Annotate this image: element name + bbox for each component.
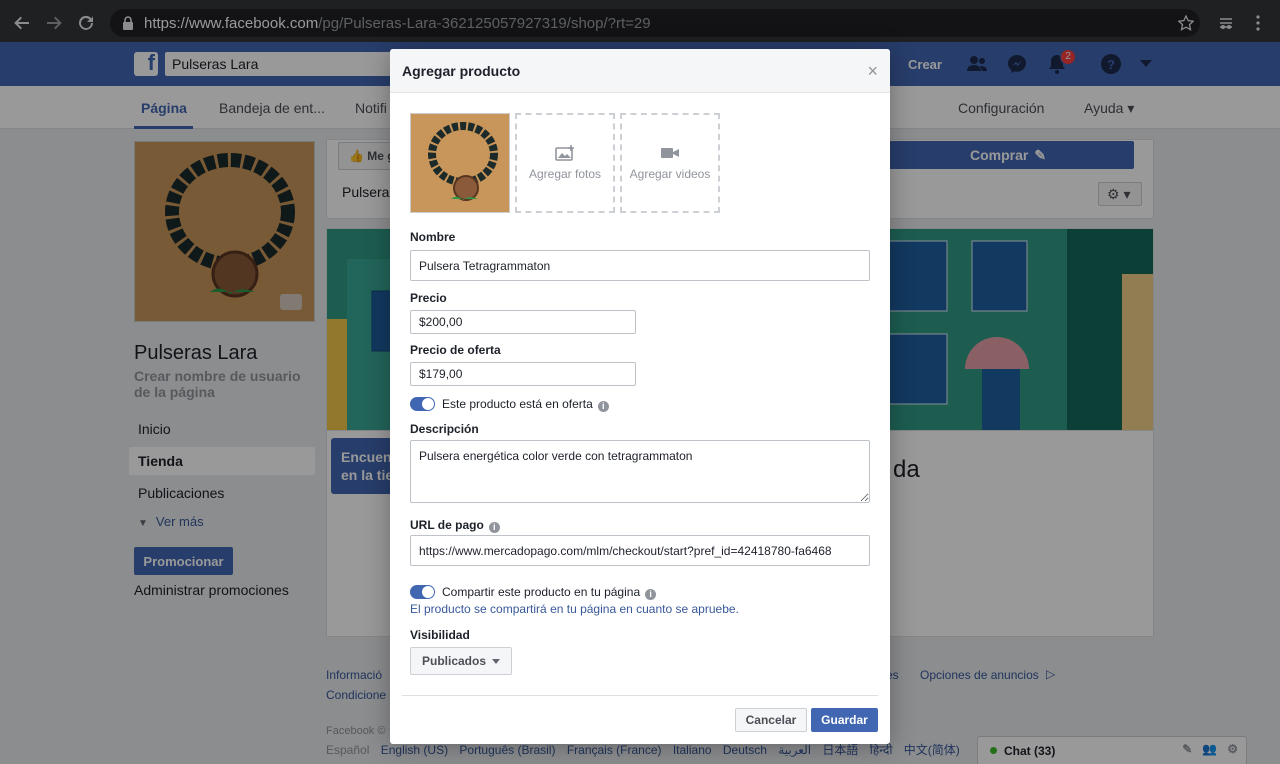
info-icon[interactable]: i bbox=[488, 522, 500, 533]
bracelet-thumbnail-image bbox=[411, 114, 509, 212]
add-product-dialog: Agregar producto × Agregar fotos Agregar… bbox=[390, 49, 890, 744]
on-sale-toggle[interactable] bbox=[410, 397, 435, 411]
share-product-toggle[interactable] bbox=[410, 585, 435, 599]
chevron-down-icon bbox=[492, 658, 500, 664]
description-label: Descripción bbox=[410, 422, 479, 436]
add-photo-icon bbox=[555, 145, 574, 161]
description-textarea[interactable]: Pulsera energética color verde con tetra… bbox=[410, 440, 870, 503]
visibility-dropdown[interactable]: Publicados bbox=[410, 647, 512, 675]
on-sale-toggle-label: Este producto está en oferta i bbox=[442, 397, 609, 412]
price-input[interactable] bbox=[410, 310, 636, 334]
add-videos-label: Agregar videos bbox=[629, 167, 711, 181]
info-icon[interactable]: i bbox=[645, 589, 657, 600]
cancel-button[interactable]: Cancelar bbox=[735, 708, 807, 732]
info-icon[interactable]: i bbox=[597, 401, 609, 412]
visibility-label: Visibilidad bbox=[410, 628, 470, 642]
add-videos-button[interactable]: Agregar videos bbox=[620, 113, 720, 213]
video-camera-icon bbox=[661, 148, 679, 158]
name-label: Nombre bbox=[410, 230, 456, 244]
footer-divider bbox=[402, 695, 878, 696]
dialog-header: Agregar producto × bbox=[390, 49, 890, 93]
payment-url-label: URL de pago i bbox=[410, 518, 500, 533]
share-approval-note: El producto se compartirá en tu página e… bbox=[410, 602, 739, 616]
sale-price-input[interactable] bbox=[410, 362, 636, 386]
close-icon[interactable]: × bbox=[867, 62, 878, 80]
sale-price-label: Precio de oferta bbox=[410, 343, 501, 357]
product-name-input[interactable] bbox=[410, 250, 870, 281]
add-photos-label: Agregar fotos bbox=[528, 167, 602, 181]
product-photo-thumbnail[interactable] bbox=[410, 113, 510, 213]
add-photos-button[interactable]: Agregar fotos bbox=[515, 113, 615, 213]
visibility-value: Publicados bbox=[421, 654, 486, 668]
dialog-title: Agregar producto bbox=[402, 63, 521, 79]
price-label: Precio bbox=[410, 291, 447, 305]
share-toggle-label: Compartir este producto en tu página i bbox=[442, 585, 657, 600]
payment-url-input[interactable] bbox=[410, 535, 870, 566]
save-button[interactable]: Guardar bbox=[811, 708, 878, 732]
